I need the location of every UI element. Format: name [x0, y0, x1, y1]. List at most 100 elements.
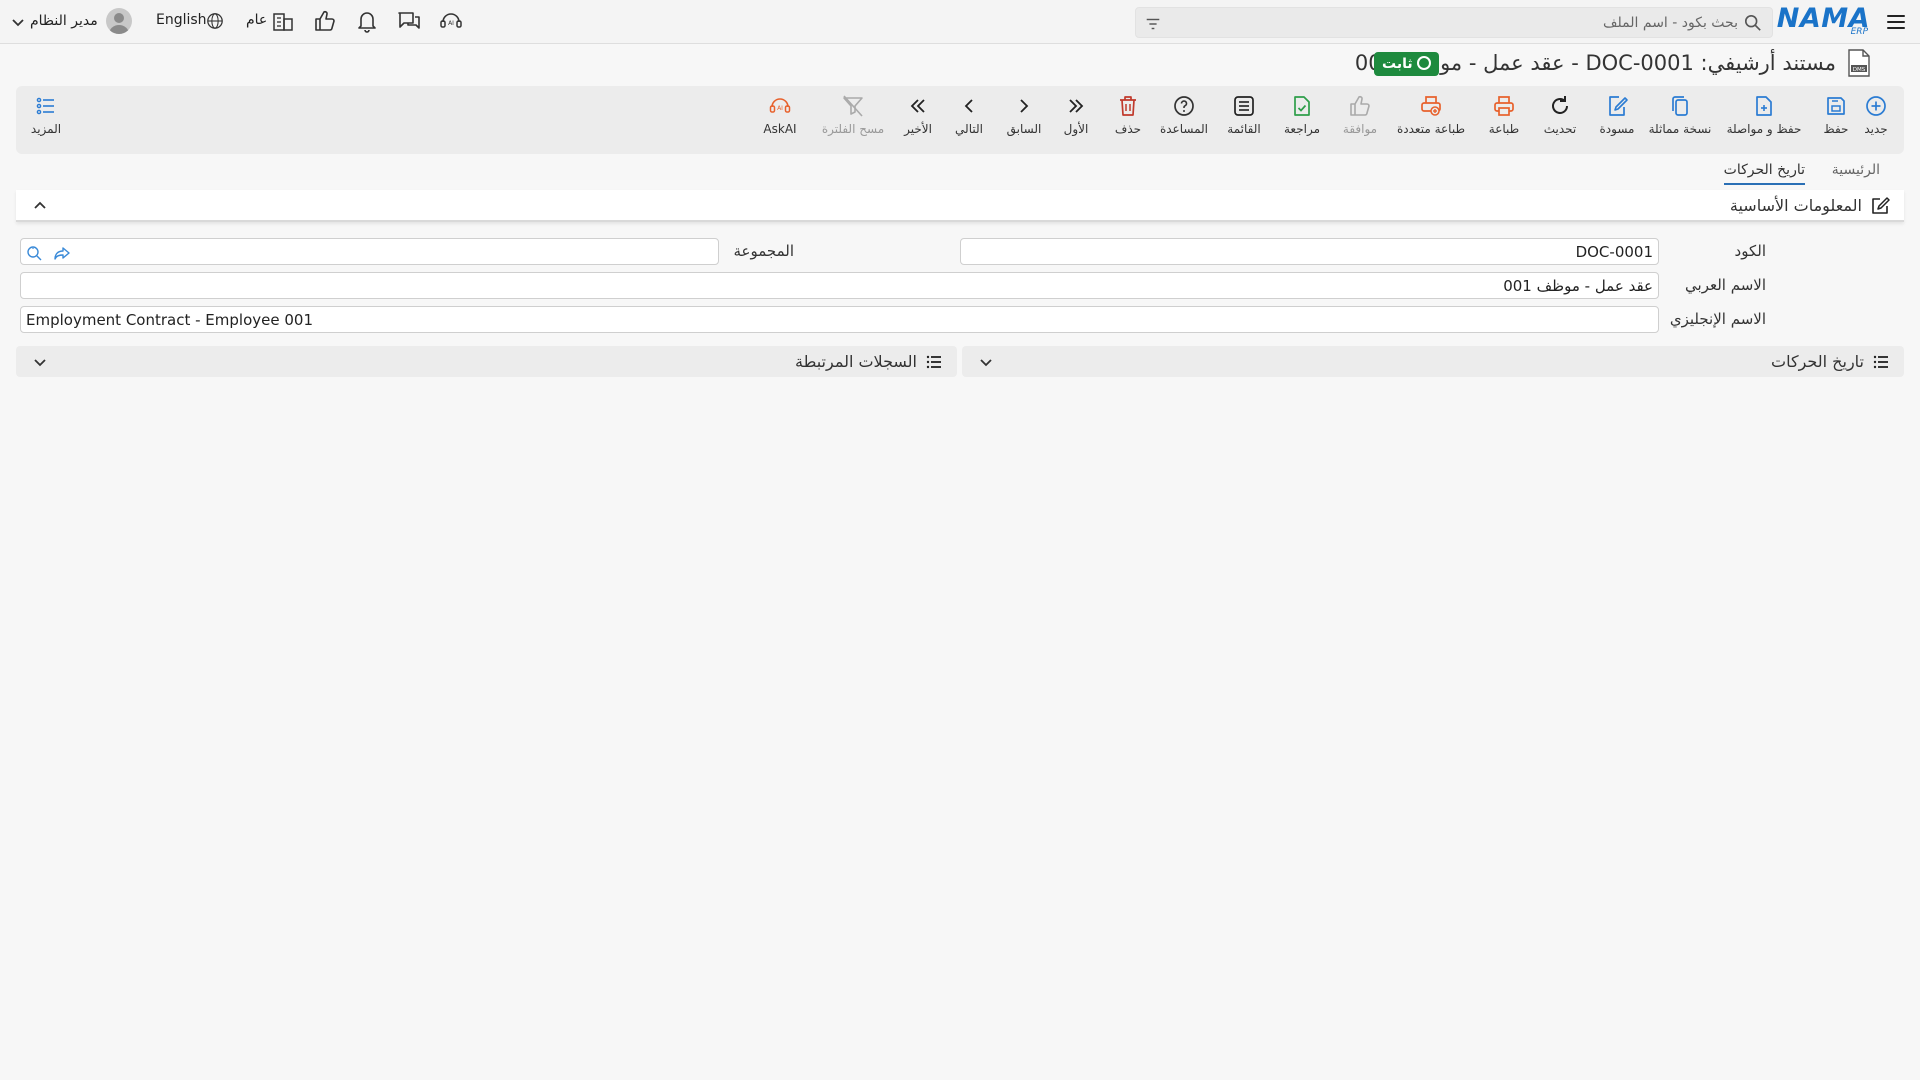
globe-icon[interactable] — [206, 12, 224, 30]
clear-filter-button[interactable]: مسح الفلترة — [818, 94, 888, 150]
user-menu[interactable]: مدير النظام — [30, 13, 98, 29]
clear-filter-label: مسح الفلترة — [821, 122, 885, 136]
save-button[interactable]: حفظ — [1816, 94, 1856, 150]
top-bar: NAMA ERP AI عام English مدير النظام — [0, 0, 1920, 44]
duplicate-button[interactable]: نسخة مماثلة — [1646, 94, 1714, 150]
chevron-right-icon — [1020, 99, 1029, 113]
delete-button[interactable]: حذف — [1108, 94, 1148, 150]
code-label: الكود — [1734, 242, 1766, 260]
basic-info-section-header[interactable]: المعلومات الأساسية — [16, 190, 1904, 222]
related-records-panel[interactable]: السجلات المرتبطة — [16, 346, 957, 377]
plus-circle-icon — [1866, 96, 1886, 116]
bell-icon[interactable] — [354, 8, 380, 34]
save-icon — [1827, 97, 1845, 115]
basic-info-title: المعلومات الأساسية — [1729, 196, 1862, 215]
menu-list-icon — [36, 97, 54, 115]
draft-label: مسودة — [1599, 122, 1635, 136]
help-button[interactable]: المساعدة — [1156, 94, 1212, 150]
help-label: المساعدة — [1159, 122, 1209, 136]
new-label: جديد — [1864, 122, 1888, 136]
first-button[interactable]: الأول — [1056, 94, 1096, 150]
chat-icon[interactable] — [396, 8, 422, 34]
multi-print-label: طباعة متعددة — [1396, 122, 1465, 136]
print-label: طباعة — [1488, 122, 1520, 136]
duplicate-label: نسخة مماثلة — [1648, 122, 1712, 136]
save-label: حفظ — [1823, 122, 1849, 136]
copy-icon — [1672, 96, 1688, 116]
review-label: مراجعة — [1283, 122, 1321, 136]
svg-text:AI: AI — [448, 20, 454, 27]
tab-history[interactable]: تاريخ الحركات — [1723, 162, 1805, 185]
list-icon — [926, 355, 941, 369]
last-label: الأخير — [904, 122, 932, 136]
app-logo[interactable]: NAMA ERP — [1777, 3, 1870, 37]
history-panel[interactable]: تاريخ الحركات — [962, 346, 1904, 377]
refresh-label: تحديث — [1543, 122, 1577, 136]
file-check-icon — [1294, 96, 1310, 116]
refresh-button[interactable]: تحديث — [1540, 94, 1580, 150]
chevron-down-icon[interactable] — [32, 354, 48, 370]
code-field[interactable] — [960, 238, 1659, 265]
dms-document-icon: DMS — [1848, 49, 1870, 77]
history-panel-title: تاريخ الحركات — [1771, 352, 1864, 371]
tab-main[interactable]: الرئيسية — [1832, 162, 1880, 183]
previous-label: السابق — [1006, 122, 1042, 136]
chevrons-left-icon — [910, 99, 925, 113]
multi-print-button[interactable]: طباعة متعددة — [1394, 94, 1468, 150]
arabic-name-label: الاسم العربي — [1685, 276, 1766, 294]
ask-ai-button[interactable]: AI AskAI — [758, 94, 802, 150]
more-label: المزيد — [30, 122, 62, 136]
approve-button[interactable]: موافقة — [1336, 94, 1384, 150]
help-icon — [1174, 96, 1194, 116]
list-button[interactable]: القائمة — [1220, 94, 1268, 150]
review-button[interactable]: مراجعة — [1278, 94, 1326, 150]
search-input[interactable] — [1218, 11, 1738, 35]
avatar[interactable] — [106, 8, 132, 34]
trash-icon — [1120, 96, 1136, 116]
previous-button[interactable]: السابق — [1004, 94, 1044, 150]
branch-selector[interactable]: عام — [246, 12, 267, 28]
save-continue-button[interactable]: حفظ و مواصلة — [1724, 94, 1804, 150]
svg-text:DMS: DMS — [1853, 67, 1866, 73]
save-continue-label: حفظ و مواصلة — [1726, 122, 1802, 136]
refresh-icon — [1552, 96, 1568, 114]
filter-icon[interactable] — [1144, 15, 1162, 33]
thumbs-up-icon — [1350, 95, 1370, 116]
share-icon[interactable] — [53, 244, 71, 262]
list-label: القائمة — [1227, 122, 1261, 136]
ai-assistant-icon[interactable]: AI — [438, 8, 464, 34]
printer-icon — [1494, 96, 1514, 116]
svg-text:AI: AI — [777, 105, 783, 112]
list-icon — [1873, 355, 1888, 369]
user-icon — [109, 13, 129, 34]
ask-ai-label: AskAI — [763, 122, 797, 136]
next-button[interactable]: التالي — [949, 94, 989, 150]
last-button[interactable]: الأخير — [898, 94, 938, 150]
status-badge: ثابت — [1374, 52, 1439, 76]
language-switch[interactable]: English — [156, 12, 207, 28]
building-icon[interactable] — [270, 8, 296, 34]
status-text: ثابت — [1382, 56, 1413, 72]
thumbs-up-icon[interactable] — [312, 8, 338, 34]
related-records-title: السجلات المرتبطة — [795, 352, 917, 371]
chevron-down-icon[interactable] — [978, 354, 994, 370]
file-plus-icon — [1756, 96, 1772, 116]
group-label: المجموعة — [733, 242, 794, 260]
hamburger-menu-icon[interactable] — [1884, 10, 1908, 34]
more-button[interactable]: المزيد — [24, 94, 68, 150]
chevron-down-icon[interactable] — [10, 14, 26, 30]
search-box — [1135, 7, 1773, 38]
search-refresh-icon[interactable] — [25, 244, 43, 262]
print-button[interactable]: طباعة — [1484, 94, 1524, 150]
chevron-up-icon[interactable] — [32, 198, 48, 214]
draft-button[interactable]: مسودة — [1597, 94, 1637, 150]
new-button[interactable]: جديد — [1856, 94, 1896, 150]
chevrons-right-icon — [1069, 99, 1084, 113]
english-name-field[interactable] — [20, 306, 1659, 333]
arabic-name-field[interactable] — [20, 272, 1659, 299]
multi-printer-icon — [1421, 96, 1441, 116]
group-field[interactable] — [20, 238, 719, 265]
check-circle-icon — [1416, 56, 1431, 70]
approve-label: موافقة — [1342, 122, 1378, 136]
tab-bar: الرئيسية تاريخ الحركات — [0, 160, 1920, 188]
